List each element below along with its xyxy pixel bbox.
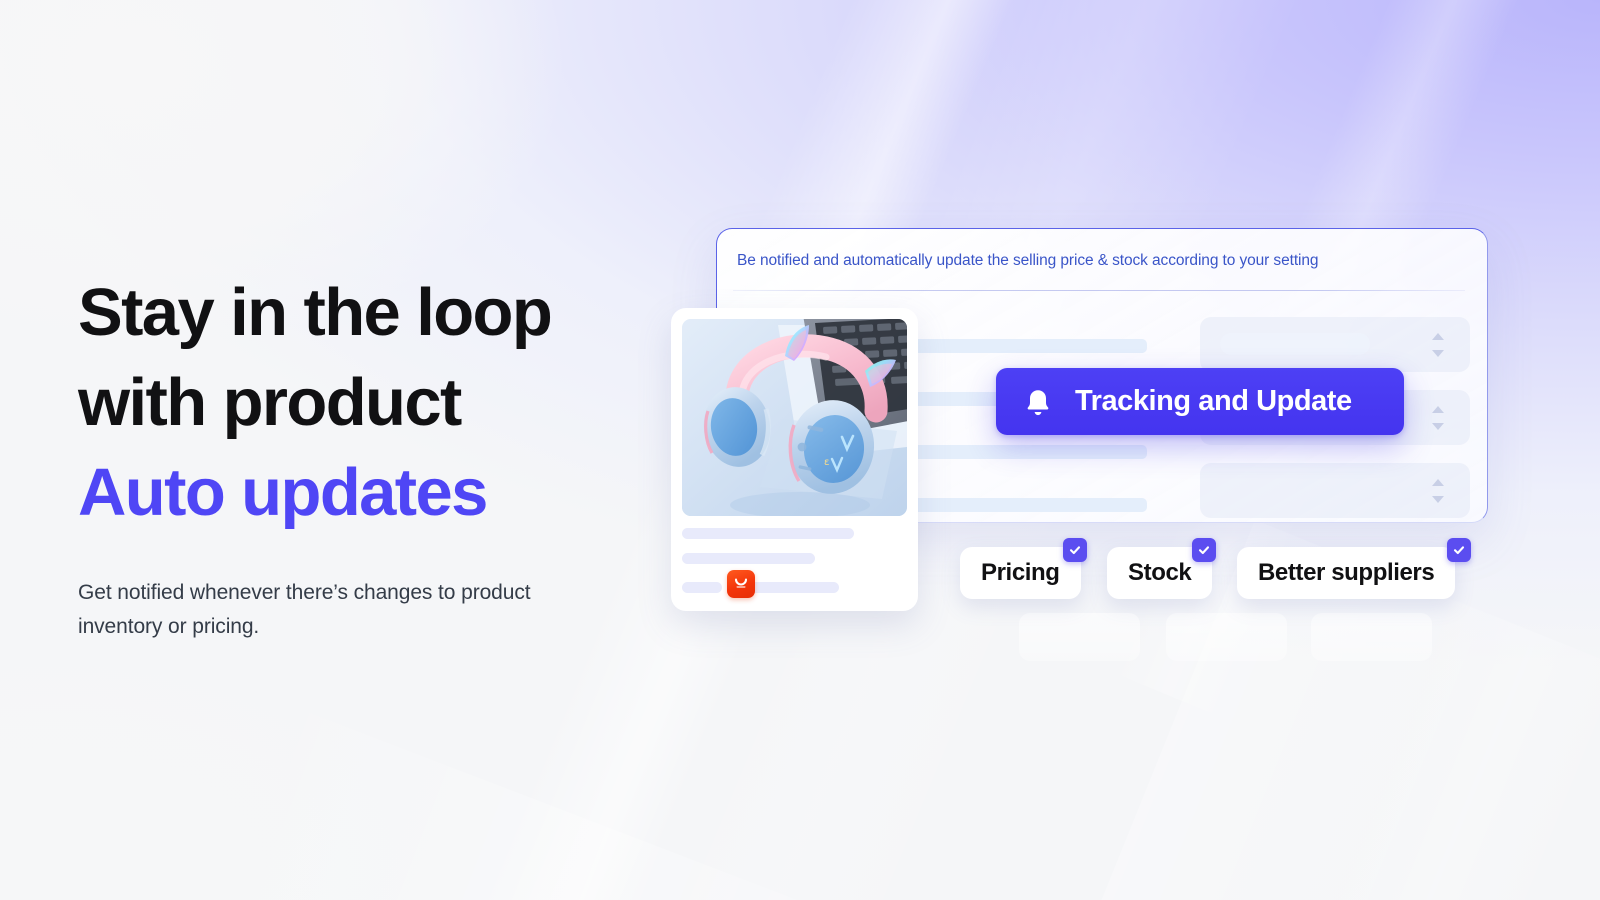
ghost-placeholder-box xyxy=(1311,613,1432,661)
chip-better-suppliers[interactable]: Better suppliers xyxy=(1237,547,1456,599)
headline-line-1: Stay in the loop xyxy=(78,275,553,350)
ghost-placeholder-box xyxy=(1166,613,1287,661)
skeleton-bar xyxy=(913,498,1147,512)
panel-note: Be notified and automatically update the… xyxy=(737,252,1319,269)
subcopy-line-1: Get notified whenever there’s changes to xyxy=(78,581,456,604)
stepper-arrows-icon[interactable] xyxy=(1432,478,1444,503)
product-skeleton-line xyxy=(741,582,839,593)
product-skeleton-line xyxy=(682,582,722,593)
stepper-value-placeholder xyxy=(1220,333,1370,355)
chip-label: Stock xyxy=(1128,559,1192,586)
panel-divider xyxy=(733,290,1465,291)
product-image: ε xyxy=(682,319,907,516)
headline-line-2: with product xyxy=(78,365,462,440)
chip-pricing-checkbox[interactable] xyxy=(1063,538,1087,562)
chip-better-suppliers-checkbox[interactable] xyxy=(1447,538,1471,562)
stepper-arrows-icon[interactable] xyxy=(1432,405,1444,430)
product-skeleton-line xyxy=(682,528,854,539)
cta-label: Tracking and Update xyxy=(1075,385,1352,417)
skeleton-bar xyxy=(913,339,1147,353)
chip-stock-checkbox[interactable] xyxy=(1192,538,1216,562)
product-skeleton-line xyxy=(682,553,815,564)
svg-text:ε: ε xyxy=(824,457,829,468)
headline-accent: Auto updates xyxy=(78,455,488,530)
hero-subcopy: Get notified whenever there’s changes to… xyxy=(78,576,578,644)
headphones-illustration: ε xyxy=(682,319,907,516)
quantity-stepper[interactable] xyxy=(1200,317,1470,372)
tracking-and-update-button[interactable]: Tracking and Update xyxy=(996,368,1404,435)
hero-banner: Stay in the loop with product Auto updat… xyxy=(0,0,1600,900)
hero-copy: Stay in the loop with product Auto updat… xyxy=(78,268,698,644)
product-card[interactable]: ε xyxy=(671,308,918,611)
ghost-placeholder-box xyxy=(1019,613,1140,661)
quantity-stepper[interactable] xyxy=(1200,463,1470,518)
page-title: Stay in the loop with product Auto updat… xyxy=(78,268,698,538)
chip-label: Better suppliers xyxy=(1258,559,1435,586)
stepper-arrows-icon[interactable] xyxy=(1432,332,1444,357)
aliexpress-logo-icon xyxy=(727,570,755,598)
bell-icon xyxy=(1023,386,1053,418)
chip-label: Pricing xyxy=(981,559,1060,586)
skeleton-bar xyxy=(913,445,1147,459)
